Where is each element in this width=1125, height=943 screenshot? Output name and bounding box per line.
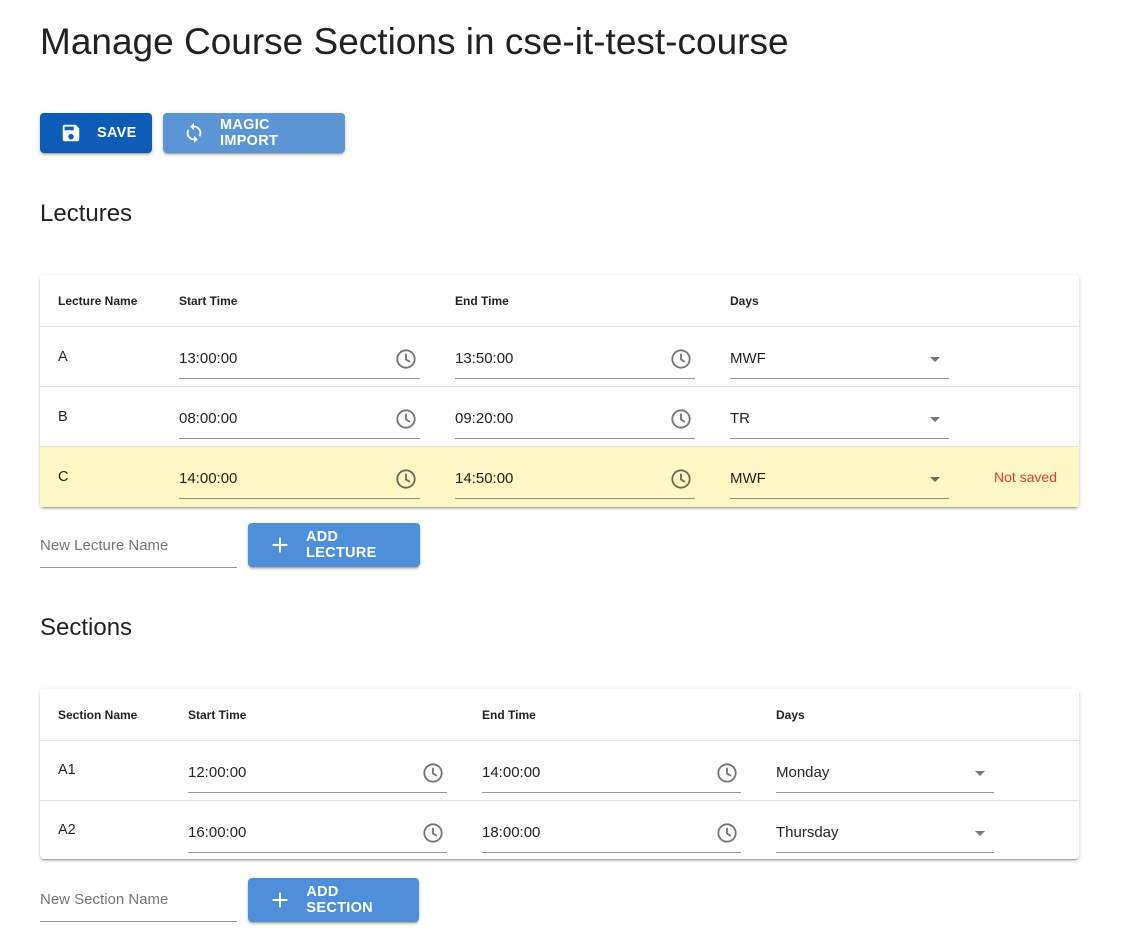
table-row: C 14:00:00 14:50:00 MWF Not saved [40,447,1079,507]
add-section-button[interactable]: ADD SECTION [248,878,419,922]
new-lecture-name-input[interactable] [40,524,237,568]
column-header-start-time: Start Time [188,708,247,722]
magic-import-button[interactable]: MAGIC IMPORT [163,113,345,153]
end-time-value: 14:50:00 [455,470,514,487]
add-lecture-button-label: ADD LECTURE [306,529,377,561]
section-name: A2 [58,822,76,838]
clock-icon[interactable] [715,821,739,845]
lectures-table: Lecture Name Start Time End Time Days A … [40,275,1079,507]
days-select[interactable]: MWF [730,339,949,379]
section-name: A1 [58,762,76,778]
lecture-name: C [58,469,69,485]
page-title: Manage Course Sections in cse-it-test-co… [40,21,789,62]
clock-icon[interactable] [394,467,418,491]
clock-icon[interactable] [394,407,418,431]
page: Manage Course Sections in cse-it-test-co… [0,0,1125,943]
clock-icon[interactable] [715,761,739,785]
days-value: TR [730,410,750,427]
start-time-value: 08:00:00 [179,410,238,427]
end-time-field[interactable]: 14:00:00 [482,753,741,793]
save-button[interactable]: SAVE [40,113,152,153]
chevron-down-icon [923,467,947,491]
table-row: A1 12:00:00 14:00:00 Monday [40,741,1079,801]
column-header-start-time: Start Time [179,294,238,308]
chevron-down-icon [968,761,992,785]
column-header-end-time: End Time [482,708,536,722]
column-header-section-name: Section Name [58,708,138,722]
lectures-heading: Lectures [40,200,133,227]
table-row: A2 16:00:00 18:00:00 Thursday [40,801,1079,859]
days-value: MWF [730,350,766,367]
end-time-value: 09:20:00 [455,410,514,427]
clock-icon[interactable] [669,467,693,491]
start-time-value: 12:00:00 [188,764,247,781]
column-header-end-time: End Time [455,294,509,308]
lecture-name: A [58,349,68,365]
start-time-value: 16:00:00 [188,824,247,841]
start-time-field[interactable]: 16:00:00 [188,813,447,853]
add-section-button-label: ADD SECTION [306,884,373,916]
start-time-value: 13:00:00 [179,350,238,367]
end-time-field[interactable]: 09:20:00 [455,399,695,439]
days-select[interactable]: Thursday [776,813,994,853]
sections-table-header: Section Name Start Time End Time Days [40,689,1079,741]
clock-icon[interactable] [669,347,693,371]
clock-icon[interactable] [394,347,418,371]
days-value: MWF [730,470,766,487]
sync-icon [183,122,205,144]
not-saved-status: Not saved [993,469,1057,485]
lectures-table-header: Lecture Name Start Time End Time Days [40,275,1079,327]
new-section-name-input[interactable] [40,878,237,922]
clock-icon[interactable] [421,821,445,845]
column-header-days: Days [776,708,805,722]
column-header-days: Days [730,294,759,308]
end-time-field[interactable]: 13:50:00 [455,339,695,379]
plus-icon [270,889,290,911]
clock-icon[interactable] [421,761,445,785]
column-header-lecture-name: Lecture Name [58,294,138,308]
start-time-field[interactable]: 13:00:00 [179,339,420,379]
days-select[interactable]: MWF [730,459,949,499]
chevron-down-icon [968,821,992,845]
end-time-value: 14:00:00 [482,764,541,781]
start-time-field[interactable]: 12:00:00 [188,753,447,793]
clock-icon[interactable] [669,407,693,431]
start-time-value: 14:00:00 [179,470,238,487]
lecture-name: B [58,409,68,425]
table-row: A 13:00:00 13:50:00 MWF [40,327,1079,387]
days-select[interactable]: TR [730,399,949,439]
save-button-label: SAVE [97,125,137,141]
end-time-field[interactable]: 14:50:00 [455,459,695,499]
start-time-field[interactable]: 14:00:00 [179,459,420,499]
start-time-field[interactable]: 08:00:00 [179,399,420,439]
plus-icon [270,534,290,556]
sections-table: Section Name Start Time End Time Days A1… [40,689,1079,859]
end-time-field[interactable]: 18:00:00 [482,813,741,853]
days-value: Monday [776,764,830,781]
days-value: Thursday [776,824,839,841]
days-select[interactable]: Monday [776,753,994,793]
chevron-down-icon [923,407,947,431]
magic-import-button-label: MAGIC IMPORT [220,117,279,149]
add-lecture-button[interactable]: ADD LECTURE [248,523,420,567]
end-time-value: 13:50:00 [455,350,514,367]
sections-heading: Sections [40,614,133,641]
floppy-disk-icon [60,122,82,144]
chevron-down-icon [923,347,947,371]
table-row: B 08:00:00 09:20:00 TR [40,387,1079,447]
end-time-value: 18:00:00 [482,824,541,841]
